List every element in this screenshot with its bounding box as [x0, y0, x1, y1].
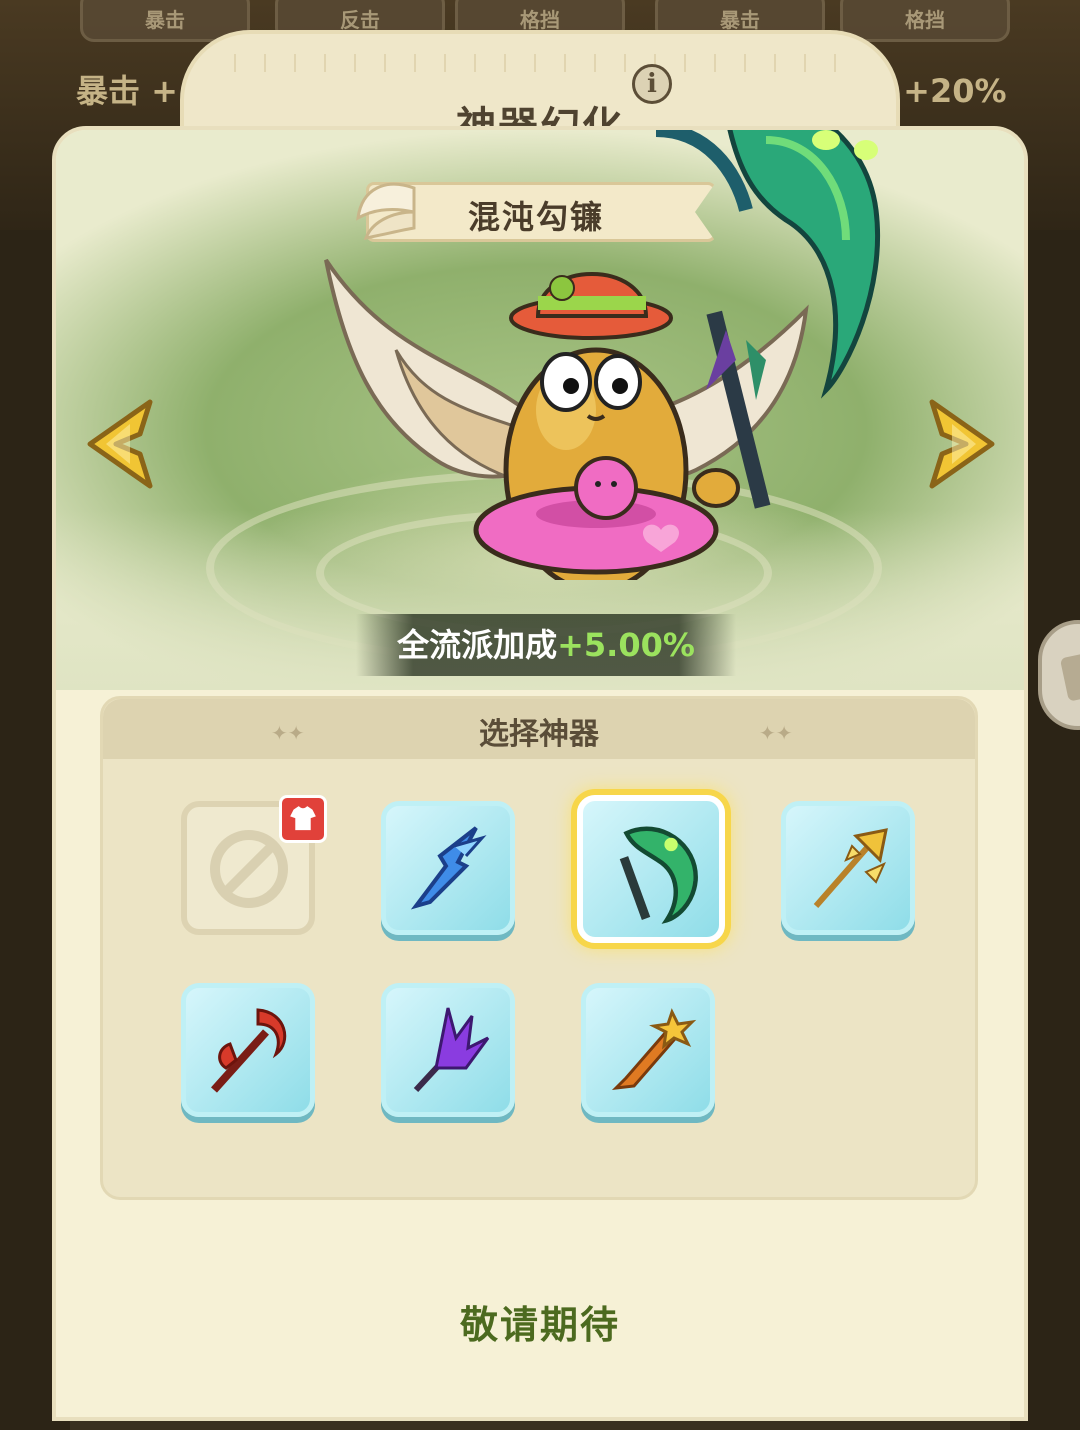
select-panel-title: 选择神器 [479, 717, 599, 752]
sparkle-right-icon: ✦✦ [759, 721, 793, 745]
artifact-slot-golden-trident[interactable] [781, 801, 915, 935]
artifact-slot-lightning-scythe[interactable] [381, 801, 515, 935]
green-chaos-scythe-icon [619, 826, 698, 924]
artifact-slot-none[interactable] [181, 795, 327, 935]
background-tab: 格挡 [840, 0, 1010, 42]
orange-sun-sword-icon [611, 1008, 697, 1090]
artifact-select-panel: ✦✦ 选择神器 ✦✦ [100, 696, 978, 1200]
school-bonus-strip: 全流派加成+5.00% [356, 614, 736, 676]
purple-crystal-blade-icon [413, 1007, 490, 1093]
left-wing [324, 258, 528, 482]
coming-soon-text: 敬请期待 [459, 1303, 620, 1347]
artifact-slot-crimson-staff[interactable] [181, 983, 315, 1117]
blue-lightning-scythe-icon [410, 826, 487, 910]
title-decoration [234, 54, 846, 72]
next-arrow-icon[interactable] [922, 394, 1012, 494]
artifact-name: 混沌勾镰 [467, 198, 604, 236]
bonus-value: +5.00% [557, 626, 695, 664]
artifact-slot-sun-greatsword[interactable] [581, 983, 715, 1117]
background-stat-left: 暴击 + [76, 72, 178, 110]
bonus-label: 全流派加成 [397, 626, 558, 664]
artifact-slot-amethyst-blade[interactable] [381, 983, 515, 1117]
select-panel-header: ✦✦ 选择神器 ✦✦ [103, 699, 975, 759]
shirt-badge-icon [279, 795, 327, 843]
artifact-slot-chaos-scythe[interactable] [577, 795, 725, 943]
box-icon [1059, 650, 1080, 702]
golden-trident-icon [813, 828, 888, 908]
previous-arrow-icon[interactable] [70, 394, 160, 494]
artifact-skin-modal: 混沌勾镰 全流派加成+5.00% ✦✦ 选择神器 ✦✦ 敬请期待 [52, 126, 1028, 1421]
preview-scene: 混沌勾镰 全流派加成+5.00% [56, 130, 1024, 690]
red-crescent-staff-icon [211, 1008, 287, 1093]
info-icon[interactable]: i [632, 64, 672, 104]
